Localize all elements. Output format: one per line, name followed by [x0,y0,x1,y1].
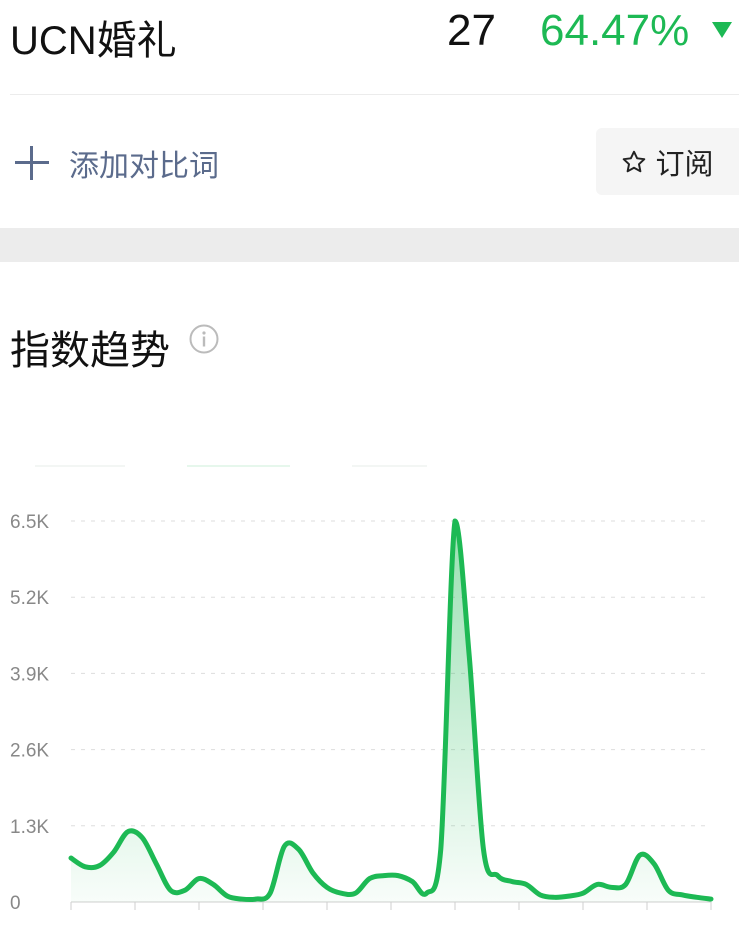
add-compare-label: 添加对比词 [69,150,219,183]
plus-icon [15,146,49,180]
data-point [327,887,328,888]
change-percent: 64.47% [540,6,690,55]
data-point [71,858,72,859]
data-point [639,855,640,856]
data-point [583,893,584,894]
subscribe-button[interactable]: 订阅 [596,128,739,195]
data-point [113,852,114,853]
data-point [497,875,498,876]
data-point [511,881,512,882]
data-point [611,887,612,888]
data-point [284,846,285,847]
y-tick-label: 6.5K [10,512,49,533]
data-point [227,896,228,897]
series-line [68,518,714,903]
divider [10,94,739,95]
data-point [426,893,427,894]
section-title: 指数趋势 [10,329,170,373]
data-point [540,894,541,895]
data-point [625,884,626,885]
data-point [682,894,683,895]
data-point [270,893,271,894]
data-point [213,884,214,885]
data-point [383,875,384,876]
data-point [355,893,356,894]
data-point [184,890,185,891]
data-point [298,849,299,850]
data-point [483,849,484,850]
subscribe-label: 订阅 [655,148,714,181]
data-point [668,890,669,891]
data-point [255,899,256,900]
data-point [440,849,441,850]
data-point [156,863,157,864]
data-point [711,899,712,900]
data-point [554,897,555,898]
section-separator [0,228,739,262]
y-tick-label: 2.6K [10,741,49,762]
data-point [341,893,342,894]
star-icon [623,150,646,172]
data-point [127,831,128,832]
data-point [654,863,655,864]
data-point [568,896,569,897]
data-point [369,878,370,879]
legend-stub-3 [352,465,427,467]
data-point [526,884,527,885]
data-point [199,878,200,879]
y-tick-label: 3.9K [10,664,49,685]
keyword-title: UCN婚礼 [10,19,177,63]
index-value: 27 [447,6,496,55]
data-point [597,884,598,885]
data-point [412,881,413,882]
data-point [170,890,171,891]
data-point [241,899,242,900]
trend-chart: 0 1.3K 2.6K 3.9K 5.2K 6.5K [10,512,714,914]
header-row: UCN婚礼 27 64.47% [0,0,739,95]
data-point [142,837,143,838]
add-compare-button[interactable]: 添加对比词 [15,142,219,184]
legend-stub-1 [35,465,125,467]
y-tick-label: 1.3K [10,817,49,838]
y-tick-label: 0 [10,893,21,914]
legend-stub-2 [187,465,290,467]
data-point [455,521,456,522]
series-area [71,521,711,902]
data-point [99,865,100,866]
down-arrow-icon [712,22,732,38]
data-point [398,875,399,876]
data-point [312,872,313,873]
data-point [85,866,86,867]
data-point [696,897,697,898]
y-tick-label: 5.2K [10,588,49,609]
data-point [469,655,470,656]
info-icon[interactable] [189,324,219,354]
